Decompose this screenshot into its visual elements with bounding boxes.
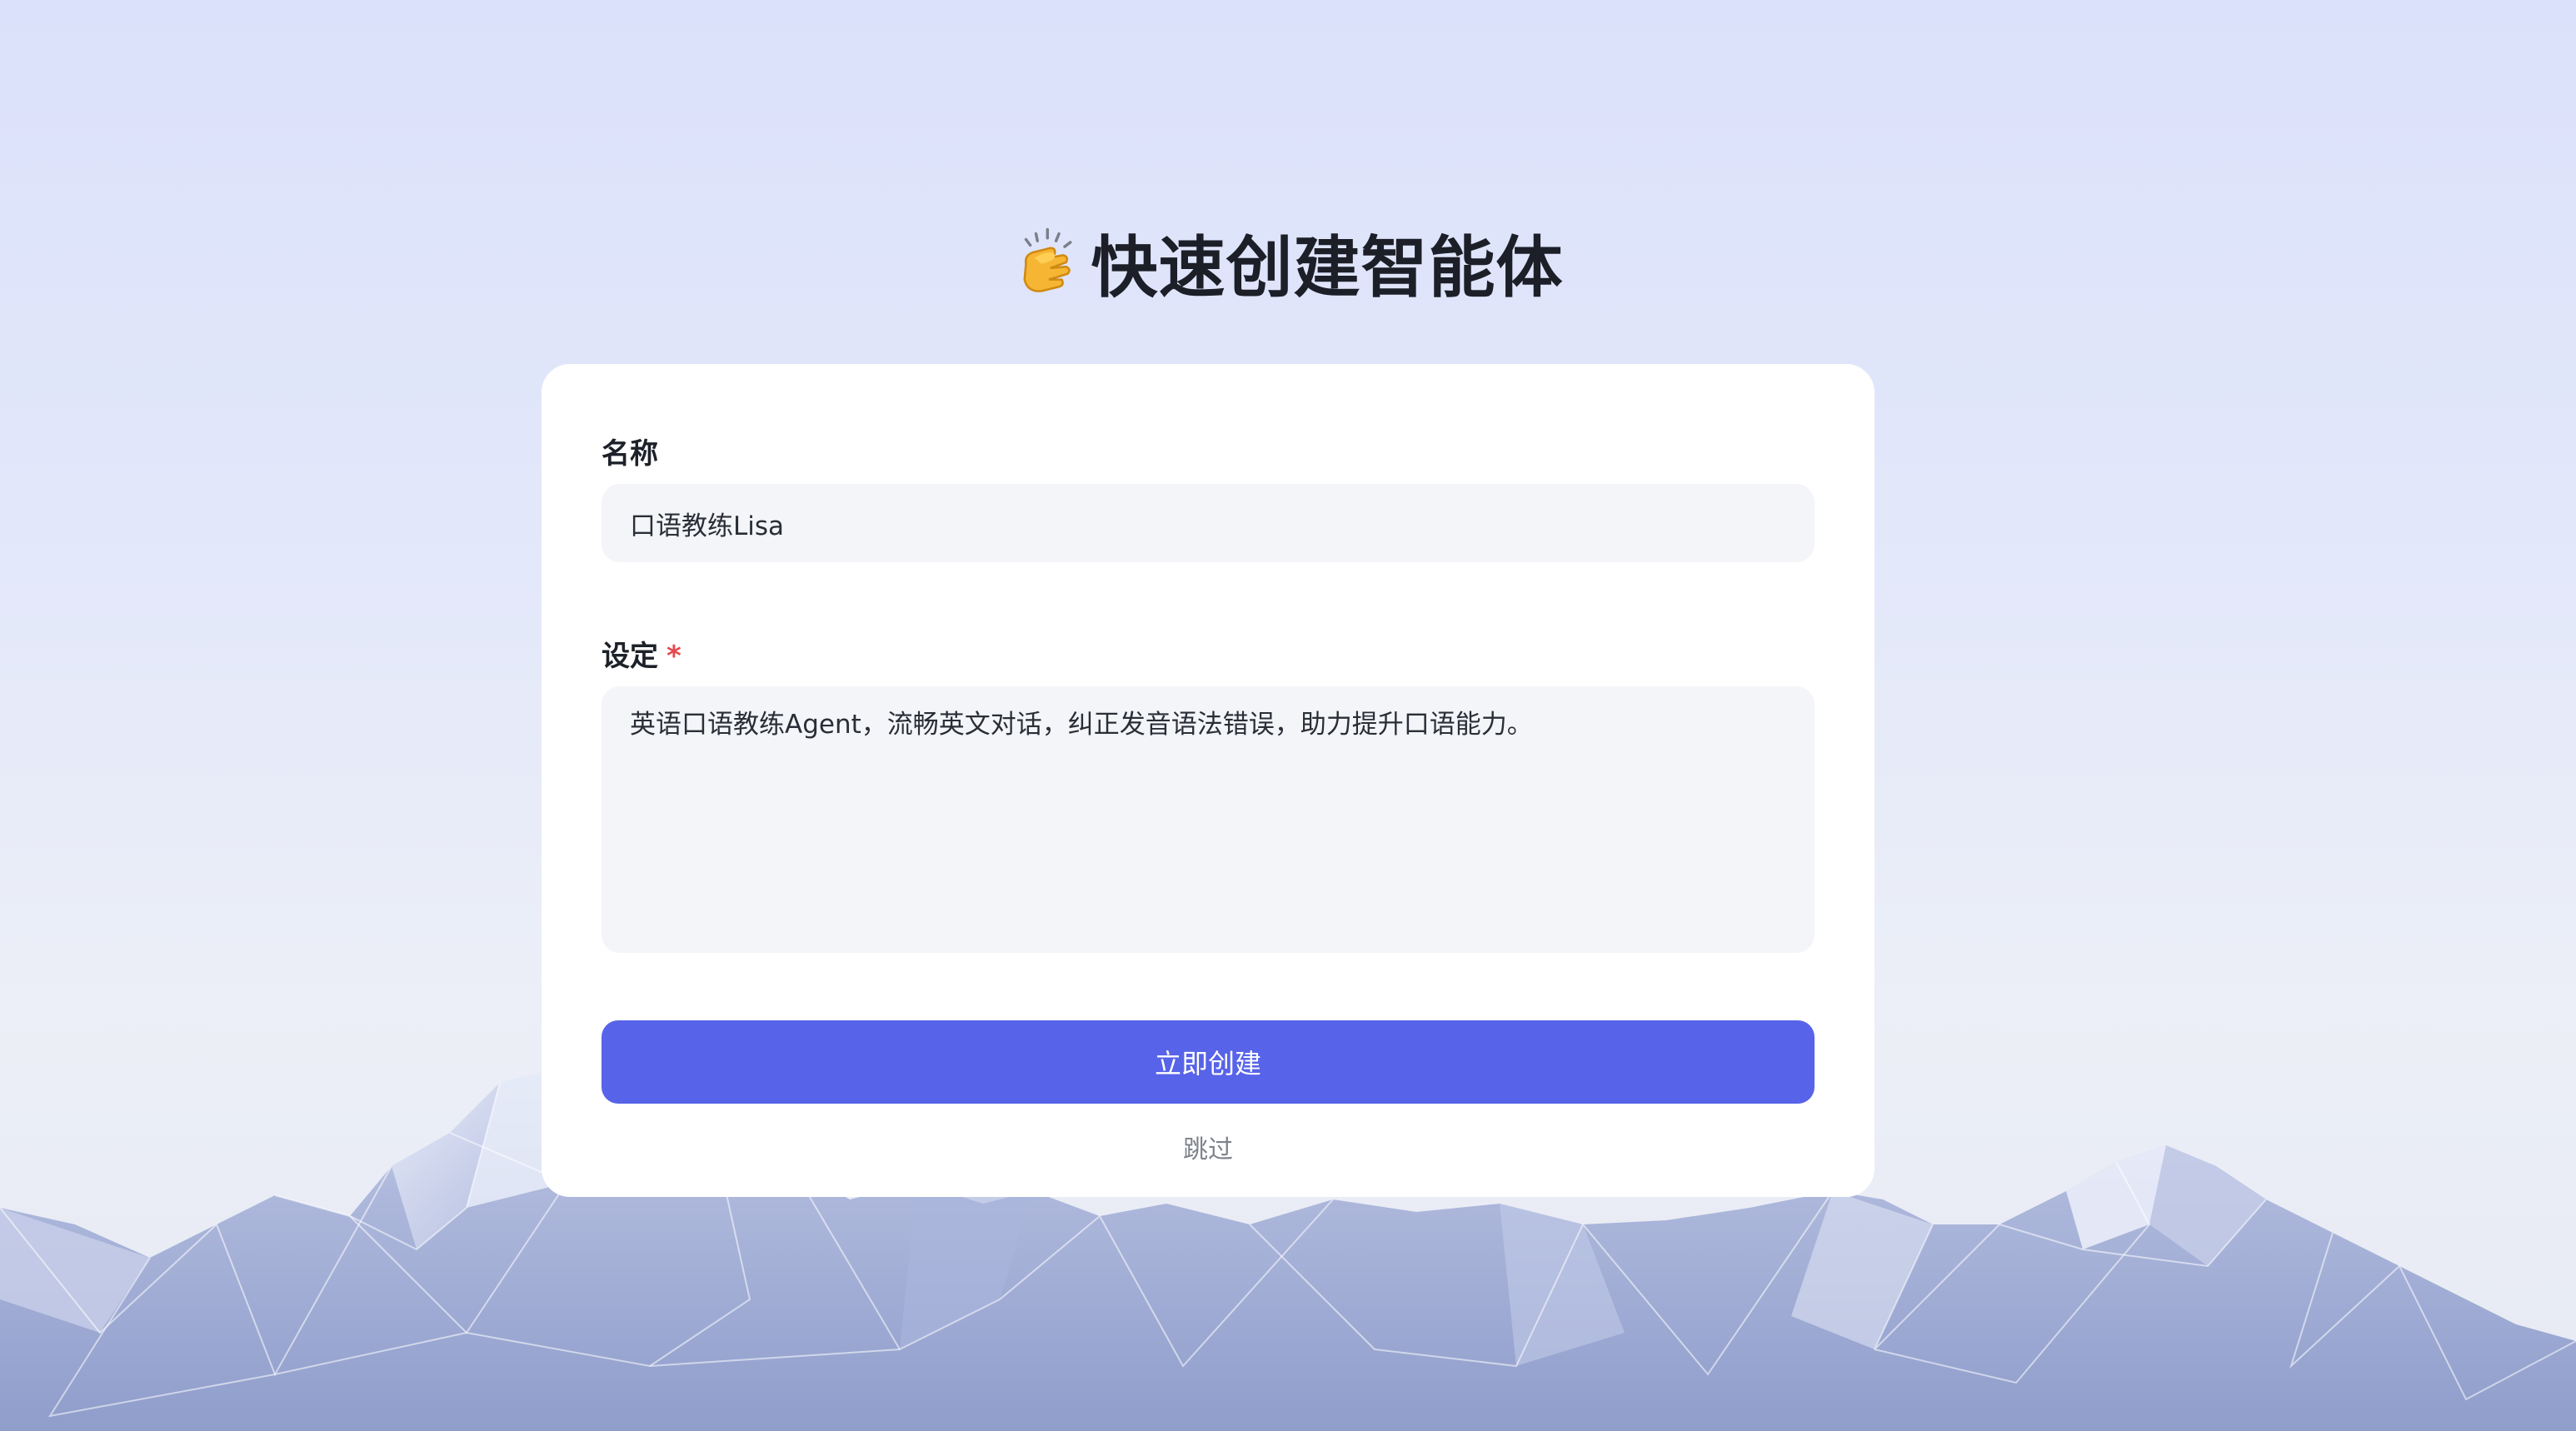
create-now-button[interactable]: 立即创建 (602, 1020, 1815, 1104)
page-title: 快速创建智能体 (1091, 229, 1564, 307)
create-agent-card: 名称 口语教练Lisa 设定 * 英语口语教练Agent，流畅英文对话，纠正发音语… (542, 364, 1875, 1197)
page-header: 快速创建智能体 (0, 212, 2576, 312)
setting-label-group: 设定 * (602, 633, 681, 674)
name-input-value: 口语教练Lisa (630, 511, 785, 541)
required-mark: * (666, 640, 681, 673)
setting-textarea-value: 英语口语教练Agent，流畅英文对话，纠正发音语法错误，助力提升口语能力。 (630, 710, 1533, 740)
skip-link[interactable]: 跳过 (542, 1129, 1875, 1165)
setting-label: 设定 (602, 640, 658, 673)
setting-textarea[interactable]: 英语口语教练Agent，流畅英文对话，纠正发音语法错误，助力提升口语能力。 (602, 686, 1815, 953)
clapping-hands-icon (1022, 227, 1072, 292)
name-input[interactable]: 口语教练Lisa (602, 484, 1815, 562)
name-label: 名称 (602, 437, 658, 471)
